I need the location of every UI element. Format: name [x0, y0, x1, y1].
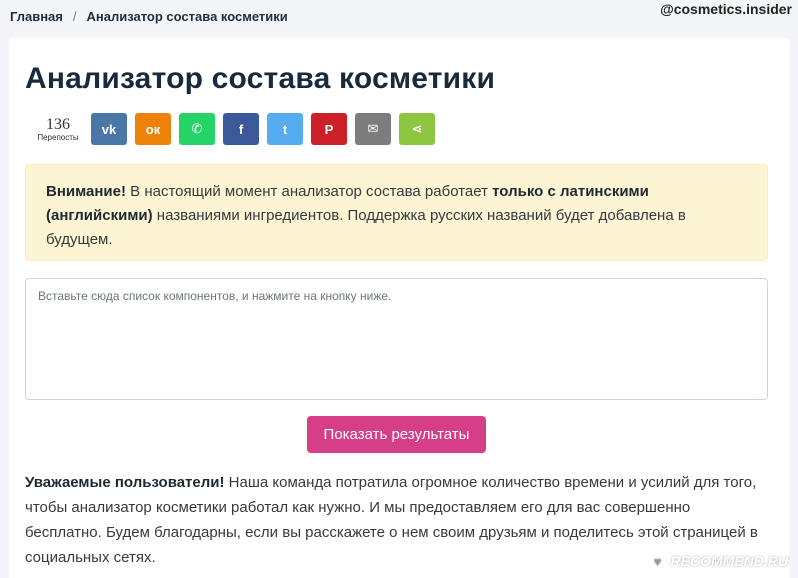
top-bar: Главная / Анализатор состава косметики @… — [0, 0, 798, 36]
share-count-label: Перепосты — [37, 132, 79, 142]
share-button-facebook[interactable]: f — [223, 113, 259, 145]
share-button-whatsapp[interactable]: ✆ — [179, 113, 215, 145]
watermark-recommend: ♥ RECOMMEND.RU — [648, 552, 788, 570]
share-button-pinterest[interactable]: P — [311, 113, 347, 145]
share-button-odnoklassniki[interactable]: ок — [135, 113, 171, 145]
recommend-logo-icon: ♥ — [648, 552, 667, 570]
share-counter: 136 Перепосты — [25, 115, 91, 142]
info-strong: Уважаемые пользователи! — [25, 474, 225, 491]
breadcrumb-separator: / — [72, 9, 77, 24]
pinterest-icon: P — [324, 121, 334, 137]
ingredients-placeholder: Вставьте сюда список компонентов, и нажм… — [38, 289, 392, 303]
watermark-recommend-text: RECOMMEND.RU — [670, 553, 788, 569]
vk-icon: vk — [101, 121, 117, 137]
odnoklassniki-icon: ок — [145, 121, 161, 137]
page-title: Анализатор состава косметики — [25, 62, 496, 95]
breadcrumb-home-link[interactable]: Главная — [10, 9, 63, 24]
facebook-icon: f — [238, 121, 244, 137]
share-button-share[interactable]: ⋖ — [399, 113, 435, 145]
breadcrumb: Главная / Анализатор состава косметики — [10, 9, 288, 24]
share-button-email[interactable]: ✉ — [355, 113, 391, 145]
whatsapp-icon: ✆ — [191, 121, 203, 136]
share-bar: 136 Перепосты vk ок ✆ f t P ✉ ⋖ — [25, 113, 443, 145]
twitter-icon: t — [282, 121, 288, 137]
breadcrumb-current: Анализатор состава косметики — [86, 9, 288, 24]
share-count-number: 136 — [46, 115, 70, 133]
share-icon: ⋖ — [411, 121, 423, 136]
alert-strong-prefix: Внимание! — [46, 183, 126, 200]
share-buttons: vk ок ✆ f t P ✉ ⋖ — [91, 113, 443, 145]
main-card: Анализатор состава косметики 136 Перепос… — [9, 38, 789, 578]
email-icon: ✉ — [367, 121, 379, 136]
ingredients-input[interactable]: Вставьте сюда список компонентов, и нажм… — [25, 278, 768, 400]
alert-text-1: В настоящий момент анализатор состава ра… — [125, 183, 493, 200]
watermark-username: @cosmetics.insider — [660, 1, 792, 17]
warning-alert: Внимание! В настоящий момент анализатор … — [25, 164, 768, 261]
share-button-vk[interactable]: vk — [91, 113, 127, 145]
share-button-twitter[interactable]: t — [267, 113, 303, 145]
show-results-button[interactable]: Показать результаты — [307, 416, 486, 453]
